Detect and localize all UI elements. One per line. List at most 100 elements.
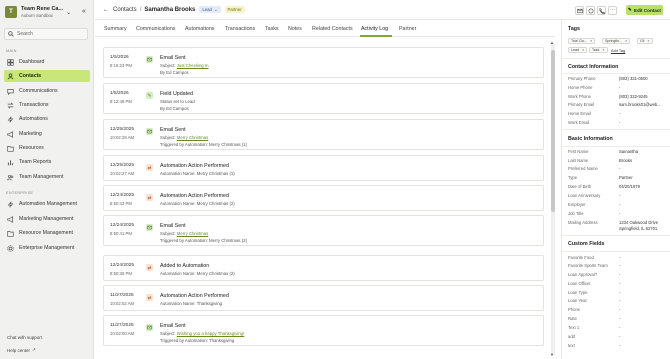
status-badge[interactable]: Lead ⌄ xyxy=(199,6,221,13)
feed-scrollbar-thumb[interactable] xyxy=(551,50,555,212)
activity-date: 11/27/2025 xyxy=(110,293,134,298)
field-label: Loan Year xyxy=(568,298,587,303)
email-subject-link[interactable]: Merry Christmas xyxy=(177,135,209,140)
breadcrumb-separator: / xyxy=(139,6,142,13)
activity-meta: Triggered by Automation: Thanksgiving xyxy=(160,338,235,343)
sidebar-item-label: Team Reports xyxy=(19,159,52,165)
tab-notes[interactable]: Notes xyxy=(288,26,302,32)
tag-chip[interactable]: Task × xyxy=(589,47,608,53)
email-action-button[interactable] xyxy=(575,6,584,15)
tab-partner[interactable]: Partner xyxy=(399,26,416,32)
automation-icon: ⇄ xyxy=(146,294,153,301)
activity-date: 12/24/2025 xyxy=(110,223,135,228)
remove-tag-icon[interactable]: × xyxy=(625,39,627,43)
activity-title: Email Sent xyxy=(160,55,186,61)
tab-activity-log[interactable]: Activity Log xyxy=(361,26,388,32)
activity-title: Field Updated xyxy=(160,91,193,97)
section-label-main: MAIN xyxy=(6,49,17,53)
page-title: Samantha Brooks xyxy=(144,6,196,13)
status-badge-label: Lead xyxy=(202,7,212,12)
employer-value: - xyxy=(619,202,621,207)
tab-related-contacts[interactable]: Related Contacts xyxy=(312,26,353,32)
field-label: Employer xyxy=(568,202,586,207)
email-subject-link[interactable]: Merry Christmas xyxy=(177,231,209,236)
activity-detail: Automation Name: Thanksgiving xyxy=(160,301,223,306)
edit-contact-button[interactable]: ✎ Edit Contact xyxy=(626,5,663,15)
sidebar-item-dashboard[interactable]: Dashboard xyxy=(4,56,90,68)
top-bar: ← Contacts / Samantha Brooks Lead ⌄ Partn… xyxy=(95,0,670,20)
tag-chip[interactable]: Lead × xyxy=(568,47,588,53)
remove-tag-icon[interactable]: × xyxy=(590,39,592,43)
help-center-link[interactable]: Help center ↗ xyxy=(7,347,36,353)
contact-details-panel: Tags Trial Clo... × Springfie... × Gli × Le… xyxy=(561,20,670,359)
custom-field-value: - xyxy=(619,255,621,260)
activity-detail: Subject: Wishing you a happy Thanksgivin… xyxy=(160,331,244,336)
sidebar-item-communications[interactable]: Communications xyxy=(4,85,90,97)
collapse-sidebar-icon[interactable]: « xyxy=(82,8,86,15)
team-management-icon xyxy=(7,174,14,181)
sidebar-item-marketing-management[interactable]: Marketing Management xyxy=(4,213,90,225)
automation-icon: ⇄ xyxy=(146,194,153,201)
tab-summary[interactable]: Summary xyxy=(104,26,127,32)
email-subject-link[interactable]: Just Checking In xyxy=(177,63,209,68)
activity-title: Automation Action Performed xyxy=(160,293,229,299)
sidebar-item-automation-management[interactable]: Automation Management xyxy=(4,198,90,210)
activity-time: 8:50:41 PM xyxy=(110,231,132,236)
field-label: Primary Email xyxy=(568,102,595,107)
work-email-value: - xyxy=(619,120,621,125)
activity-card: 12/24/2025 8:50:41 PM Email Sent Subject… xyxy=(103,215,544,246)
call-action-button[interactable] xyxy=(597,6,606,15)
back-arrow-icon[interactable]: ← xyxy=(103,7,109,13)
sidebar-item-contacts[interactable]: Contacts xyxy=(4,70,90,82)
tag-chip[interactable]: Gli × xyxy=(637,38,653,44)
remove-tag-icon[interactable]: × xyxy=(582,48,584,52)
custom-fields-heading: Custom Fields xyxy=(568,241,605,247)
tag-label: Task xyxy=(592,48,600,52)
sidebar-item-enterprise-management[interactable]: Enterprise Management xyxy=(4,242,90,254)
email-subject-link[interactable]: Wishing you a happy Thanksgiving! xyxy=(177,331,245,336)
field-label: Text 1 xyxy=(568,325,580,330)
activity-title: Automation Action Performed xyxy=(160,193,229,199)
add-tag-link[interactable]: Add Tag xyxy=(611,48,625,53)
automation-icon: ⇄ xyxy=(146,164,153,171)
team-switcher[interactable]: T Team Rene Ca... Auburn Sandbox ⌄ xyxy=(5,4,89,20)
sidebar-item-resource-management[interactable]: Resource Management xyxy=(4,227,90,239)
sidebar-item-team-management[interactable]: Team Management xyxy=(4,171,90,183)
scroll-up-icon[interactable]: ▲ xyxy=(550,40,554,45)
tag-chip[interactable]: Trial Clo... × xyxy=(568,38,596,44)
marketing-icon xyxy=(7,130,14,138)
sidebar-item-label: Dashboard xyxy=(19,59,45,65)
primary-email-value[interactable]: sam.brooks01@web... xyxy=(619,102,661,107)
field-label: Loan Officer xyxy=(568,281,591,286)
dashboard-icon xyxy=(7,58,14,66)
activity-time: 10:02:27 AM xyxy=(110,171,135,176)
sidebar-item-resources[interactable]: Resources xyxy=(4,142,90,154)
remove-tag-icon[interactable]: × xyxy=(602,48,604,52)
sidebar-item-team-reports[interactable]: Team Reports xyxy=(4,156,90,168)
tab-tasks[interactable]: Tasks xyxy=(265,26,279,32)
tab-automations[interactable]: Automations xyxy=(185,26,214,32)
search-input[interactable]: Search xyxy=(4,28,88,40)
activity-detail: Automation Name: Merry Christmas (2) xyxy=(160,271,235,276)
remove-tag-icon[interactable]: × xyxy=(647,39,649,43)
message-action-button[interactable] xyxy=(586,6,595,15)
tag-chip[interactable]: Springfie... × xyxy=(602,38,631,44)
more-options-button[interactable]: ⋯ xyxy=(608,6,617,15)
field-label: Work Phone xyxy=(568,94,591,99)
breadcrumb-contacts[interactable]: Contacts xyxy=(113,7,137,13)
chat-support-link[interactable]: Chat with support xyxy=(7,335,42,340)
sidebar-item-transactions[interactable]: Transactions xyxy=(4,99,90,111)
basic-info-heading: Basic Information xyxy=(568,136,613,142)
mailing-address-line2: Springfield, IL 62701 xyxy=(619,226,658,231)
sidebar-item-automations[interactable]: Automations xyxy=(4,113,90,125)
scroll-down-icon[interactable]: ▼ xyxy=(550,352,554,357)
tab-transactions[interactable]: Transactions xyxy=(225,26,255,32)
sidebar-item-label: Automation Management xyxy=(19,201,77,207)
work-phone-value[interactable]: (803) 332-9245 xyxy=(619,94,648,99)
primary-phone-value[interactable]: (803) 331-0500 xyxy=(619,76,648,81)
phone-icon xyxy=(598,7,605,14)
tab-communications[interactable]: Communications xyxy=(136,26,175,32)
sidebar-item-label: Resource Management xyxy=(19,230,73,236)
activity-detail: Subject: Just Checking In xyxy=(160,63,209,68)
sidebar-item-marketing[interactable]: Marketing xyxy=(4,128,90,140)
